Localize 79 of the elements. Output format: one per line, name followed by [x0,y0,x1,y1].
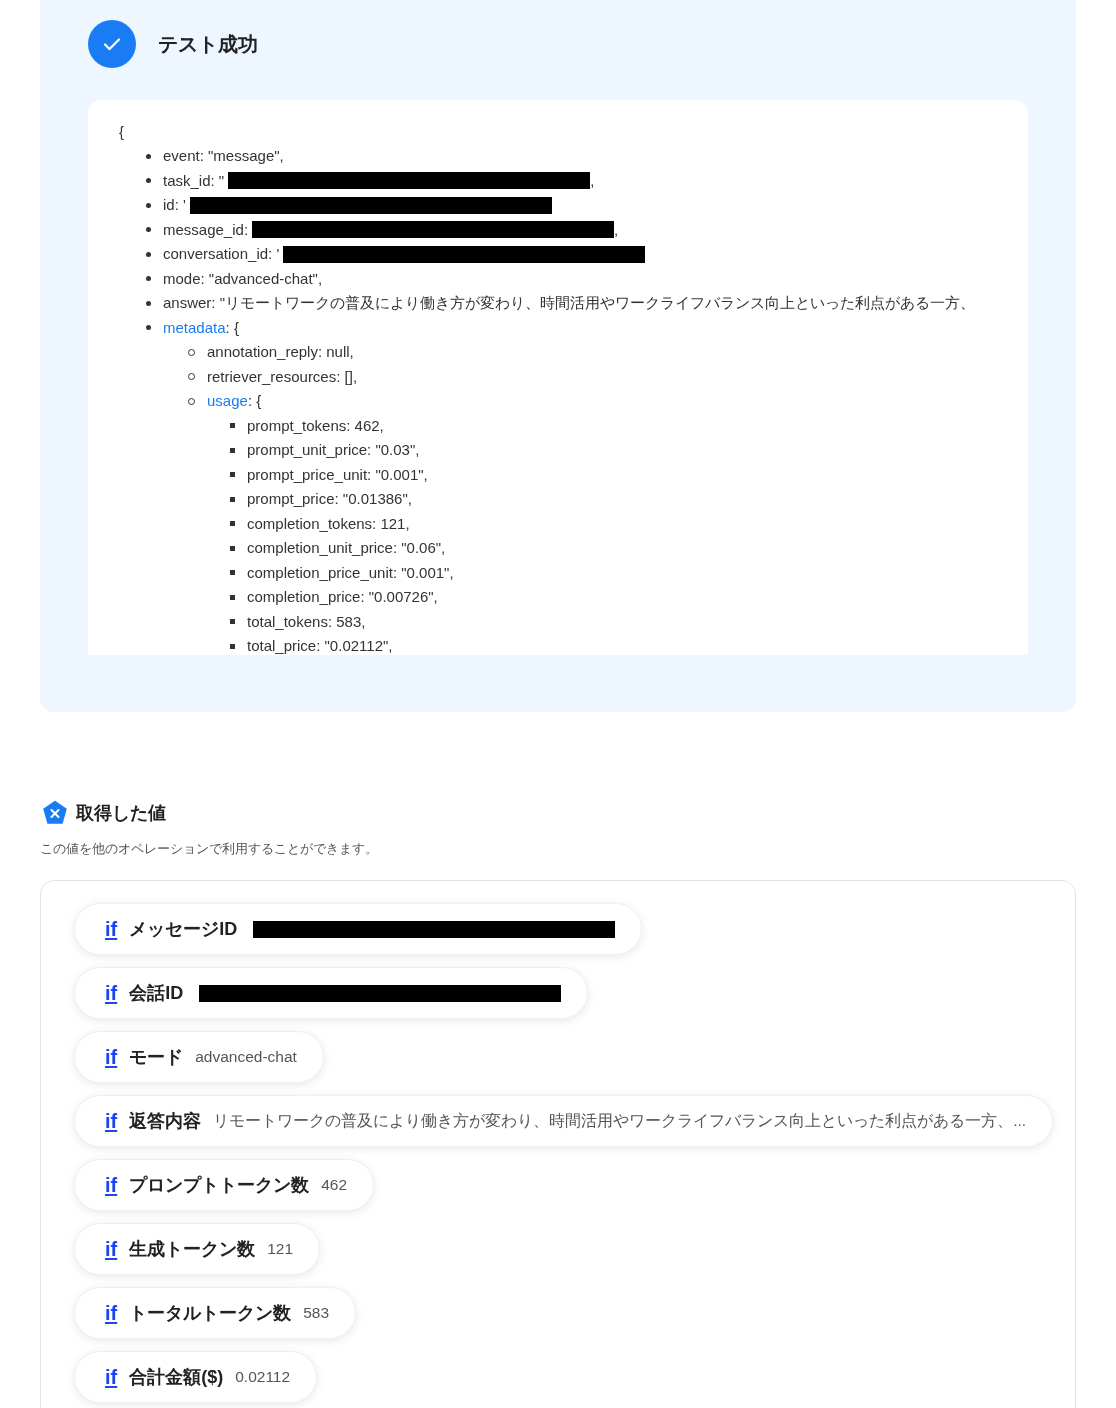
variable-icon: if [105,1109,118,1133]
json-key-link[interactable]: metadata [163,315,226,340]
value-text: advanced-chat [195,1048,297,1066]
json-line: id: ' [163,195,186,215]
bullet-icon [230,545,235,551]
variable-icon: if [105,1237,118,1261]
value-label: プロンプトトークン数 [129,1174,310,1197]
comma: , [590,170,595,191]
variable-icon: if [105,917,118,941]
comma: , [614,219,619,240]
value-label: 会話ID [129,982,184,1005]
json-line: completion_price_unit: "0.001", [247,562,454,583]
json-line: answer: "リモートワークの普及により働き方が変わり、時間活用やワークライフバランス向上といった利点がある一方、 [163,293,975,313]
bullet-icon [230,521,235,527]
variable-icon: if [105,1045,118,1069]
bullet-icon [146,325,151,331]
json-line: completion_tokens: 121, [247,513,410,534]
section-title: 取得した値 [76,802,166,825]
value-label: 合計金額($) [129,1366,224,1389]
value-chip[interactable]: if プロンプトトークン数 462 [74,1159,375,1211]
bullet-icon [230,472,235,478]
pentagon-icon [42,800,68,826]
variable-icon: if [105,1173,118,1197]
bullet-icon [146,276,151,282]
value-chip[interactable]: if モード advanced-chat [74,1031,324,1083]
json-line: : { [247,391,262,411]
value-chip[interactable]: if 合計金額($) 0.02112 [74,1351,318,1403]
bullet-icon [230,447,235,453]
json-line: prompt_unit_price: "0.03", [247,440,420,460]
bullet-icon [230,496,235,502]
value-label: 生成トークン数 [129,1238,256,1261]
value-text: リモートワークの普及により働き方が変わり、時間活用やワークライフバランス向上といった利点がある一方、... [213,1110,1027,1131]
json-line: conversation_id: ' [163,244,280,264]
value-chip[interactable]: if 会話ID [74,967,589,1019]
bullet-icon [146,227,151,233]
json-line: message_id: [163,219,249,240]
json-line: prompt_price_unit: "0.001", [247,464,428,485]
value-text: 583 [303,1304,330,1322]
bullet-icon [230,570,235,576]
json-line: : { [225,317,239,338]
bullet-icon [146,251,151,257]
json-line: prompt_price: "0.01386", [247,489,412,509]
json-line: mode: "advanced-chat", [163,268,323,289]
json-line: total_price: "0.02112", [247,636,393,655]
success-title: テスト成功 [158,31,258,57]
value-label: モード [129,1046,184,1069]
variable-icon: if [105,1365,118,1389]
check-icon [88,20,136,68]
variable-icon: if [105,1301,118,1325]
value-text: 121 [267,1240,294,1258]
bullet-icon [146,178,151,184]
json-key-link[interactable]: usage [207,389,248,414]
json-line: task_id: " [163,170,225,191]
value-chip[interactable]: if トータルトークン数 583 [74,1287,357,1339]
variable-icon: if [105,981,118,1005]
json-line: completion_price: "0.00726", [247,587,438,607]
json-line: total_tokens: 583, [247,611,366,632]
bullet-icon [146,153,151,159]
value-text: 0.02112 [235,1368,291,1386]
value-chip[interactable]: if 返答内容 リモートワークの普及により働き方が変わり、時間活用やワークライフバランス向上といった利点がある一方、... [74,1095,1054,1147]
json-line: prompt_tokens: 462, [247,415,384,436]
bullet-icon [230,619,235,625]
value-chip[interactable]: if 生成トークン数 121 [74,1223,321,1275]
section-description: この値を他のオペレーションで利用することができます。 [40,840,379,858]
json-line: retriever_resources: [], [207,366,358,387]
value-label: トータルトークン数 [129,1302,292,1325]
value-chip[interactable]: if メッセージID [74,903,643,955]
bullet-icon [146,202,151,208]
value-text: 462 [321,1176,348,1194]
bullet-icon [230,594,235,600]
brace: { [119,122,125,142]
bullet-icon [230,423,235,429]
value-label: メッセージID [129,918,238,941]
bullet-icon [146,300,151,306]
json-line: event: "message", [163,146,284,166]
bullet-icon [230,643,235,649]
json-line: completion_unit_price: "0.06", [247,538,446,558]
value-label: 返答内容 [129,1110,202,1133]
json-line: annotation_reply: null, [207,342,354,362]
